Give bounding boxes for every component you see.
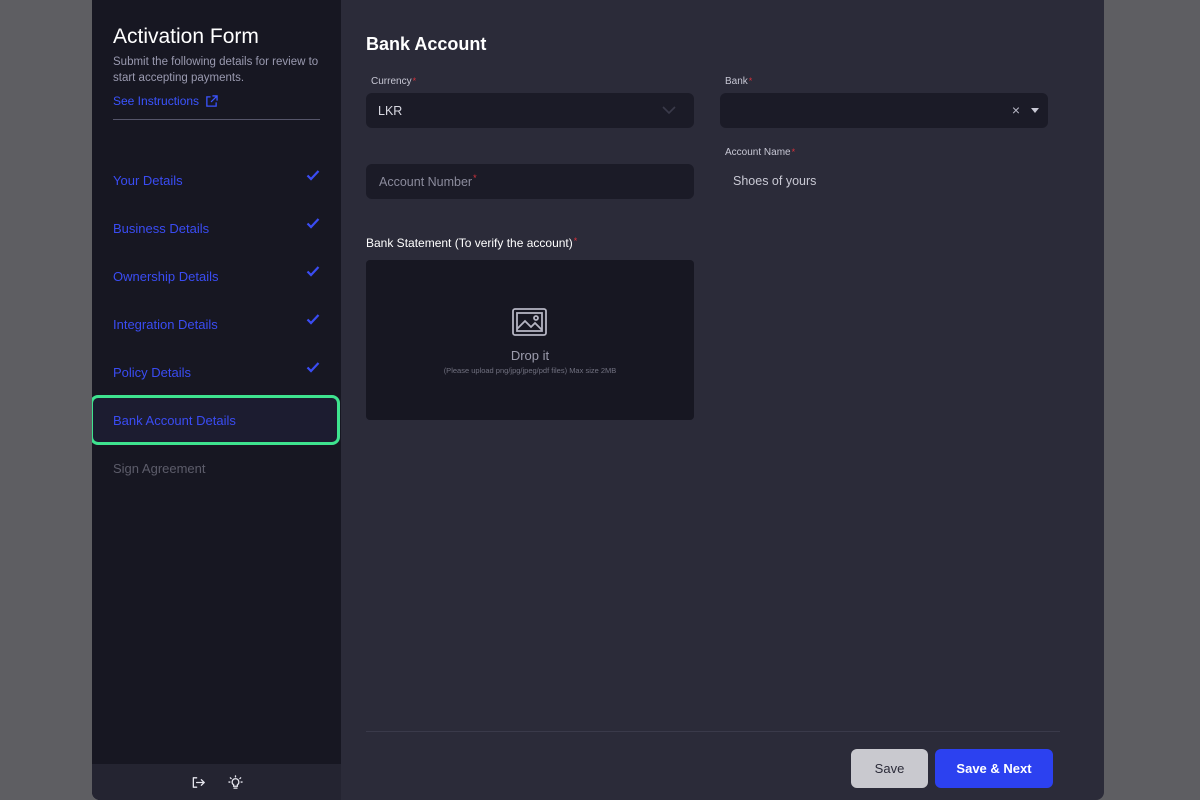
step-label: Business Details	[113, 220, 210, 236]
bank-statement-label: Bank Statement (To verify the account)*	[366, 236, 577, 250]
step-label: Your Details	[113, 172, 183, 188]
step-ownership-details[interactable]: Ownership Details	[92, 252, 341, 300]
step-label: Sign Agreement	[113, 460, 206, 476]
check-icon	[306, 266, 320, 277]
step-business-details[interactable]: Business Details	[92, 204, 341, 252]
account-name-field[interactable]: Shoes of yours	[733, 174, 816, 188]
image-icon	[512, 308, 547, 336]
bank-label-text: Bank	[725, 76, 748, 87]
account-number-field[interactable]: Account Number *	[366, 164, 694, 199]
dropzone-note: (Please upload png/jpg/jpeg/pdf files) M…	[443, 366, 617, 375]
currency-label-text: Currency	[371, 76, 412, 87]
sidebar-title: Activation Form	[113, 25, 259, 48]
bank-select[interactable]: ×	[720, 93, 1048, 128]
required-mark: *	[573, 236, 578, 246]
account-number-placeholder: Account Number	[379, 174, 473, 189]
check-icon	[306, 314, 320, 325]
required-mark: *	[412, 76, 417, 86]
check-icon	[306, 218, 320, 229]
currency-value: LKR	[378, 103, 403, 118]
sidebar-footer	[92, 764, 341, 800]
footer-divider	[366, 731, 1060, 732]
step-list: Your Details Business Details Ownership …	[92, 156, 341, 492]
step-sign-agreement[interactable]: Sign Agreement	[92, 444, 341, 492]
see-instructions-label: See Instructions	[113, 94, 200, 108]
required-mark: *	[473, 172, 477, 183]
step-policy-details[interactable]: Policy Details	[92, 348, 341, 396]
external-link-icon	[206, 94, 218, 107]
lightbulb-icon[interactable]	[227, 774, 243, 790]
bank-statement-label-text: Bank Statement (To verify the account)	[366, 236, 573, 250]
step-label: Policy Details	[113, 364, 192, 380]
caret-down-icon[interactable]	[1031, 108, 1039, 113]
dropzone-title: Drop it	[510, 348, 550, 363]
currency-label: Currency*	[371, 76, 416, 87]
clear-icon[interactable]: ×	[1012, 102, 1020, 118]
step-integration-details[interactable]: Integration Details	[92, 300, 341, 348]
step-label: Integration Details	[113, 316, 218, 332]
required-mark: *	[791, 147, 796, 157]
sidebar-subtitle: Submit the following details for review …	[113, 56, 319, 84]
currency-select[interactable]: LKR	[366, 93, 694, 128]
page-title: Bank Account	[366, 34, 487, 54]
step-your-details[interactable]: Your Details	[92, 156, 341, 204]
step-label: Ownership Details	[113, 268, 219, 284]
required-mark: *	[748, 76, 753, 86]
chevron-down-icon	[662, 106, 676, 115]
form-panel: Bank Account Currency* LKR Bank* × Accou…	[341, 0, 1104, 800]
step-label: Bank Account Details	[113, 412, 236, 428]
save-next-button[interactable]: Save & Next	[935, 749, 1053, 788]
sidebar-divider	[113, 119, 320, 120]
step-bank-account-details[interactable]: Bank Account Details	[92, 395, 340, 445]
check-icon	[306, 170, 320, 181]
check-icon	[306, 362, 320, 373]
logout-icon[interactable]	[191, 775, 206, 790]
see-instructions-link[interactable]: See Instructions	[113, 94, 218, 108]
account-name-label-text: Account Name	[725, 147, 791, 158]
bank-statement-dropzone[interactable]: Drop it (Please upload png/jpg/jpeg/pdf …	[366, 260, 694, 420]
bank-label: Bank*	[725, 76, 752, 87]
account-name-label: Account Name*	[725, 147, 795, 158]
activation-window: Activation Form Submit the following det…	[92, 0, 1104, 800]
save-button[interactable]: Save	[851, 749, 928, 788]
sidebar: Activation Form Submit the following det…	[92, 0, 341, 800]
